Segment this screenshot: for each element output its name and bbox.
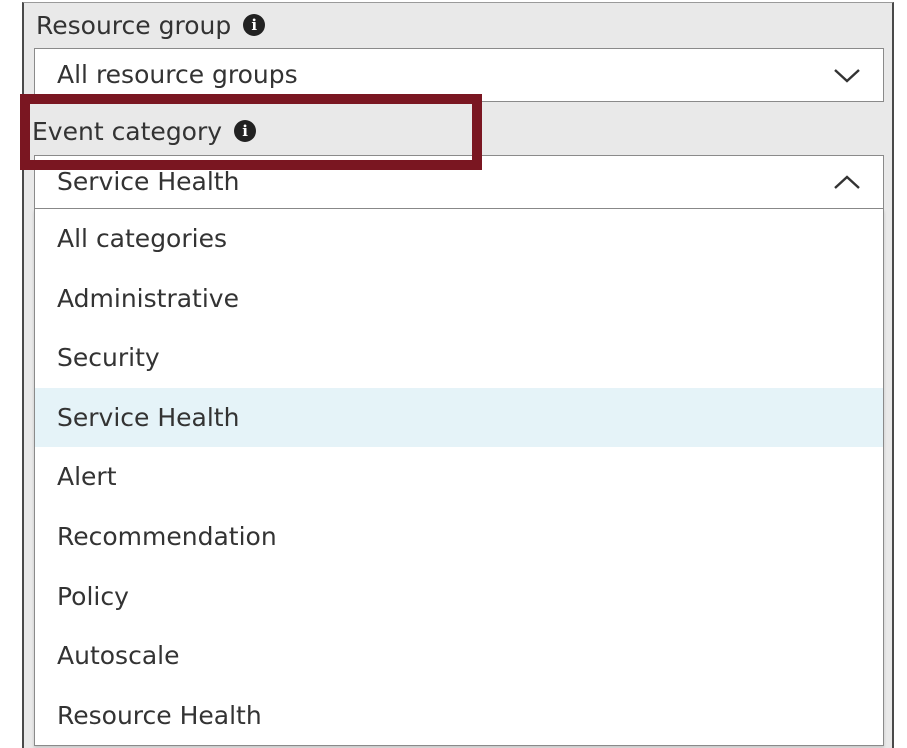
resource-group-label: Resource group <box>36 10 232 40</box>
resource-group-select[interactable]: All resource groups <box>34 48 884 102</box>
dropdown-option-recommendation[interactable]: Recommendation <box>35 507 883 567</box>
dropdown-option-service-health[interactable]: Service Health <box>35 387 883 448</box>
filter-panel: Resource group i All resource groups Eve… <box>22 2 894 748</box>
event-category-label-row: Event category i <box>32 111 257 151</box>
info-icon[interactable]: i <box>234 120 257 142</box>
dropdown-option-all-categories[interactable]: All categories <box>35 209 883 269</box>
dropdown-option-alert[interactable]: Alert <box>35 447 883 507</box>
dropdown-option-autoscale[interactable]: Autoscale <box>35 626 883 686</box>
chevron-up-icon <box>834 175 860 189</box>
event-category-dropdown: All categories Administrative Security S… <box>34 209 884 746</box>
resource-group-label-row: Resource group i <box>36 5 266 45</box>
dropdown-option-security[interactable]: Security <box>35 328 883 388</box>
dropdown-option-policy[interactable]: Policy <box>35 567 883 627</box>
dropdown-option-resource-health[interactable]: Resource Health <box>35 686 883 746</box>
info-icon[interactable]: i <box>243 14 266 36</box>
event-category-select[interactable]: Service Health <box>34 155 884 209</box>
chevron-down-icon <box>834 69 860 83</box>
resource-group-value: All resource groups <box>57 60 298 89</box>
event-category-value: Service Health <box>57 167 240 196</box>
dropdown-option-administrative[interactable]: Administrative <box>35 269 883 329</box>
event-category-label: Event category <box>32 116 223 146</box>
